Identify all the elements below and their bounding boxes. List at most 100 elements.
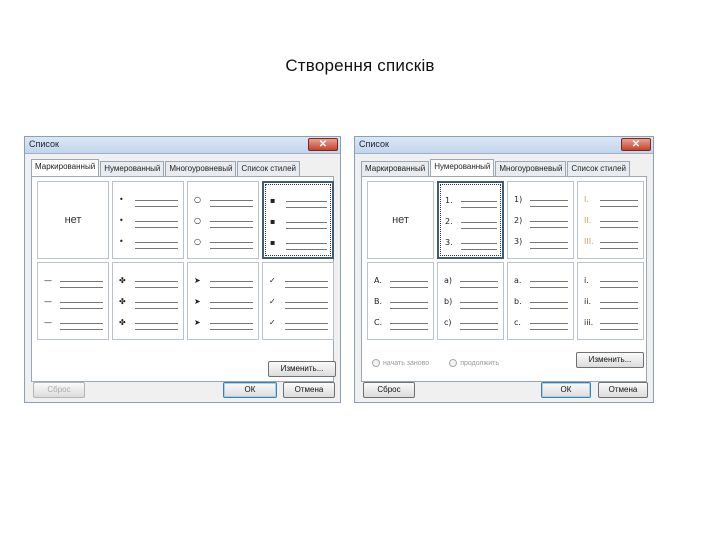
bullet-four-diamond-icon: ✤ — [119, 276, 126, 285]
reset-button[interactable]: Сброс — [363, 382, 415, 398]
bullet-option-dot[interactable]: • • • — [112, 181, 184, 259]
number-marker: ii. — [584, 297, 591, 306]
change-button[interactable]: Изменить... — [268, 361, 336, 377]
restart-option[interactable]: начать заново — [372, 359, 429, 367]
numbering-gallery-panel: нет 1. 2. 3. 1) 2) 3) I. II. III. A. B. … — [361, 176, 647, 382]
numbering-option-none[interactable]: нет — [367, 181, 434, 259]
number-marker: a) — [444, 276, 453, 285]
number-marker: b. — [514, 297, 522, 306]
tab-bulleted[interactable]: Маркированный — [31, 159, 100, 176]
bullet-option-arrow[interactable]: ➤ ➤ ➤ — [187, 262, 259, 340]
bullet-option-square[interactable]: ▪ ▪ ▪ — [262, 181, 334, 259]
bullet-option-none[interactable]: нет — [37, 181, 109, 259]
tab-multilevel[interactable]: Многоуровневый — [165, 161, 237, 176]
number-marker: i. — [584, 276, 589, 285]
bullet-dash-icon: — — [44, 276, 52, 285]
bullet-arrow-icon: ➤ — [194, 297, 201, 306]
close-icon: ✕ — [318, 139, 328, 150]
radio-button[interactable] — [449, 359, 458, 367]
bullet-square-icon: ▪ — [270, 196, 276, 205]
number-marker: 2) — [514, 216, 523, 225]
close-button[interactable]: ✕ — [621, 138, 651, 151]
bullet-option-check[interactable]: ✓ ✓ ✓ — [262, 262, 334, 340]
dialog-caption: Список — [359, 139, 389, 149]
bullet-check-icon: ✓ — [269, 318, 276, 327]
bullet-arrow-icon: ➤ — [194, 276, 201, 285]
number-marker: III. — [584, 237, 594, 246]
radio-button[interactable] — [372, 359, 380, 367]
none-label: нет — [392, 214, 409, 226]
bullet-dash-icon: — — [44, 318, 52, 327]
tab-strip: Маркированный Нумерованный Многоуровневы… — [31, 159, 301, 176]
bullet-circle-icon: ○ — [194, 237, 201, 246]
list-dialog-bulleted: Список ✕ Маркированный Нумерованный Мног… — [24, 136, 341, 403]
number-marker: iii. — [584, 318, 594, 327]
cancel-button[interactable]: Отмена — [598, 382, 648, 398]
number-marker: A. — [374, 276, 382, 285]
restart-label: начать заново — [383, 359, 430, 367]
bullet-four-diamond-icon: ✤ — [119, 318, 126, 327]
numbering-option-roman-lower[interactable]: i. ii. iii. — [577, 262, 644, 340]
none-label: нет — [64, 214, 82, 226]
number-marker: 2. — [445, 217, 453, 226]
number-marker: 1. — [445, 196, 453, 205]
number-marker: b) — [444, 297, 453, 306]
number-marker: C. — [374, 318, 383, 327]
tab-list-styles[interactable]: Список стилей — [237, 161, 300, 176]
number-marker: c) — [444, 318, 452, 327]
bullet-four-diamond-icon: ✤ — [119, 297, 126, 306]
title-bar[interactable]: Список ✕ — [25, 137, 340, 154]
change-button[interactable]: Изменить... — [576, 352, 644, 368]
number-marker: a. — [514, 276, 522, 285]
continue-option[interactable]: продолжить — [449, 359, 499, 367]
bullet-dot-icon: • — [119, 195, 124, 204]
tab-multilevel[interactable]: Многоуровневый — [495, 161, 567, 176]
bullet-option-four-diamond[interactable]: ✤ ✤ ✤ — [112, 262, 184, 340]
bullet-arrow-icon: ➤ — [194, 318, 201, 327]
numbering-option-letter-paren[interactable]: a) b) c) — [437, 262, 504, 340]
numbering-gallery: нет 1. 2. 3. 1) 2) 3) I. II. III. A. B. … — [367, 181, 644, 340]
bullet-circle-icon: ○ — [194, 195, 201, 204]
close-icon: ✕ — [631, 139, 641, 150]
number-marker: 3) — [514, 237, 523, 246]
bullet-square-icon: ▪ — [270, 238, 276, 247]
tab-list-styles[interactable]: Список стилей — [567, 161, 630, 176]
tab-bulleted[interactable]: Маркированный — [361, 161, 430, 176]
continue-label: продолжить — [460, 359, 499, 367]
bullet-gallery: нет • • • ○ ○ ○ ▪ ▪ ▪ — — — ✤ ✤ ✤ ➤ ➤ ➤ … — [37, 181, 334, 340]
numbering-options: начать заново продолжить — [372, 359, 499, 367]
bullet-circle-icon: ○ — [194, 216, 201, 225]
ok-button[interactable]: ОК — [223, 382, 277, 398]
tab-numbered[interactable]: Нумерованный — [430, 159, 495, 176]
tab-numbered[interactable]: Нумерованный — [100, 161, 165, 176]
numbering-option-letter-upper[interactable]: A. B. C. — [367, 262, 434, 340]
bullet-check-icon: ✓ — [269, 297, 276, 306]
bullet-dot-icon: • — [119, 216, 124, 225]
bullet-option-dash[interactable]: — — — — [37, 262, 109, 340]
number-marker: 3. — [445, 238, 453, 247]
title-bar[interactable]: Список ✕ — [355, 137, 653, 154]
bullet-dash-icon: — — [44, 297, 52, 306]
numbering-option-letter-dot[interactable]: a. b. c. — [507, 262, 574, 340]
slide-title: Створення списків — [285, 56, 435, 75]
bullet-gallery-panel: нет • • • ○ ○ ○ ▪ ▪ ▪ — — — ✤ ✤ ✤ ➤ ➤ ➤ … — [31, 176, 336, 382]
bullet-dot-icon: • — [119, 237, 124, 246]
list-dialog-numbered: Список ✕ Маркированный Нумерованный Мног… — [354, 136, 654, 403]
bullet-square-icon: ▪ — [270, 217, 276, 226]
dialog-caption: Список — [29, 139, 59, 149]
tab-strip: Маркированный Нумерованный Многоуровневы… — [361, 159, 631, 176]
number-marker: II. — [584, 216, 592, 225]
bullet-option-circle[interactable]: ○ ○ ○ — [187, 181, 259, 259]
close-button[interactable]: ✕ — [308, 138, 338, 151]
bullet-check-icon: ✓ — [269, 276, 276, 285]
numbering-option-arabic-dot[interactable]: 1. 2. 3. — [437, 181, 504, 259]
number-marker: c. — [514, 318, 521, 327]
number-marker: B. — [374, 297, 383, 306]
cancel-button[interactable]: Отмена — [283, 382, 335, 398]
numbering-option-arabic-paren[interactable]: 1) 2) 3) — [507, 181, 574, 259]
ok-button[interactable]: ОК — [541, 382, 591, 398]
reset-button[interactable]: Сброс — [33, 382, 85, 398]
number-marker: 1) — [514, 195, 523, 204]
numbering-option-roman-upper[interactable]: I. II. III. — [577, 181, 644, 259]
number-marker: I. — [584, 195, 589, 204]
